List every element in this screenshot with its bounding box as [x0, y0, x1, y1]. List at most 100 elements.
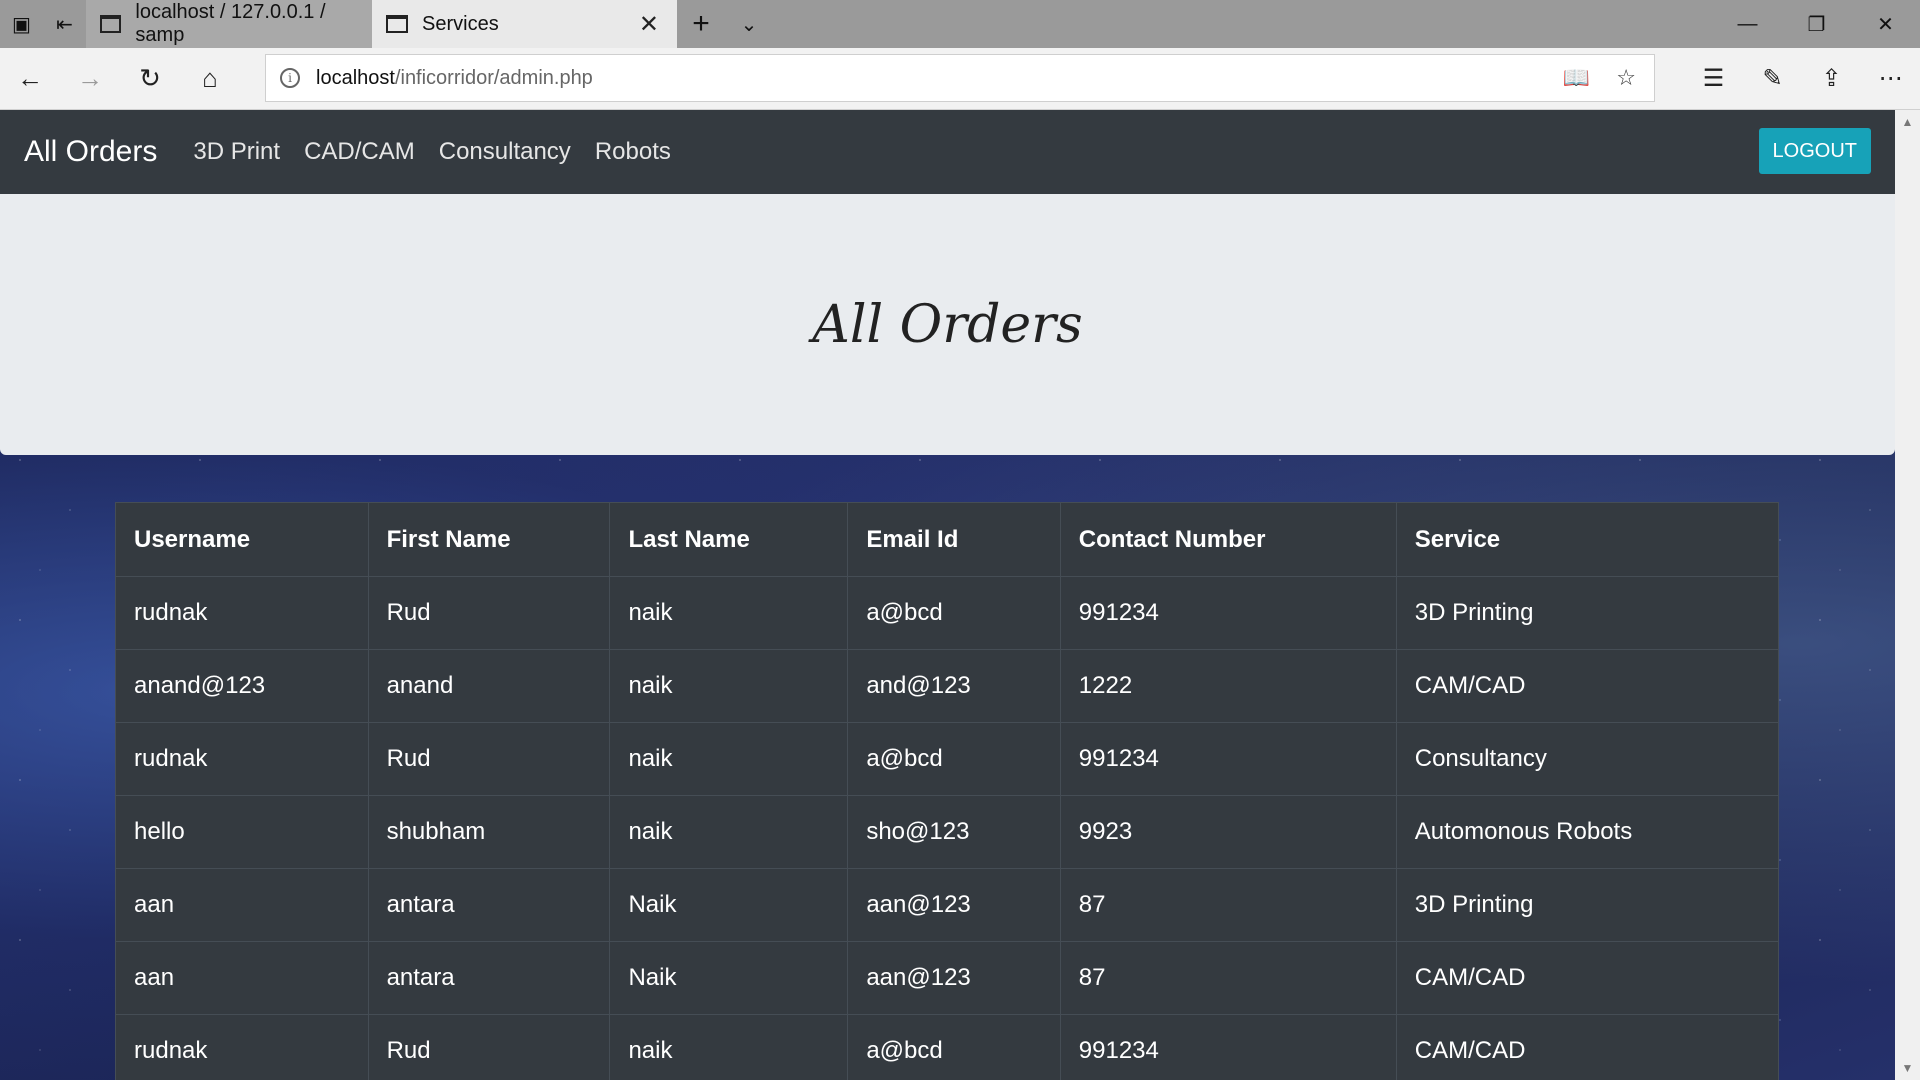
url-text: localhost/inficorridor/admin.php: [316, 66, 593, 89]
navbar-brand[interactable]: All Orders: [24, 135, 157, 169]
table-cell: 9923: [1059, 795, 1397, 869]
column-header: Email Id: [847, 502, 1061, 577]
table-cell: 87: [1059, 868, 1397, 942]
scroll-up-icon[interactable]: ▲: [1895, 110, 1920, 134]
favorite-star-icon[interactable]: ☆: [1616, 65, 1636, 91]
table-cell: and@123: [847, 649, 1061, 723]
home-icon[interactable]: ⌂: [180, 48, 240, 110]
table-cell: antara: [367, 941, 611, 1015]
back-icon[interactable]: ←: [0, 48, 60, 110]
table-cell: naik: [609, 649, 849, 723]
tab-title: Services: [422, 12, 499, 35]
share-icon[interactable]: ⇪: [1802, 48, 1861, 110]
table-cell: shubham: [367, 795, 611, 869]
column-header: First Name: [367, 502, 611, 577]
browser-toolbar: ← → ↻ ⌂ i localhost/inficorridor/admin.p…: [0, 48, 1920, 110]
table-cell: naik: [609, 1014, 849, 1080]
table-cell: hello: [115, 795, 369, 869]
table-cell: antara: [367, 868, 611, 942]
table-cell: rudnak: [115, 722, 369, 796]
vertical-scrollbar[interactable]: ▲ ▼: [1895, 110, 1920, 1080]
more-icon[interactable]: ⋯: [1861, 48, 1920, 110]
nav-link-cad-cam[interactable]: CAD/CAM: [304, 138, 415, 166]
table-row: hello shubham naik sho@123 9923 Automono…: [115, 795, 1780, 869]
chevron-down-icon[interactable]: ⌄: [725, 0, 773, 48]
column-header: Username: [115, 502, 369, 577]
table-row: rudnak Rud naik a@bcd 991234 Consultancy: [115, 722, 1780, 796]
orders-table: Username First Name Last Name Email Id C…: [115, 502, 1780, 1080]
jumbotron: All Orders: [0, 194, 1895, 455]
tab-actions-icon[interactable]: ▣: [0, 0, 43, 48]
table-row: rudnak Rud naik a@bcd 991234 CAM/CAD: [115, 1014, 1780, 1080]
table-cell: 1222: [1059, 649, 1397, 723]
address-bar[interactable]: i localhost/inficorridor/admin.php 📖 ☆: [265, 54, 1655, 102]
nav-link-3d-print[interactable]: 3D Print: [193, 138, 280, 166]
table-cell: 991234: [1059, 576, 1397, 650]
nav-link-robots[interactable]: Robots: [595, 138, 671, 166]
table-cell: sho@123: [847, 795, 1061, 869]
minimize-icon[interactable]: —: [1713, 0, 1782, 48]
table-cell: 3D Printing: [1395, 576, 1780, 650]
table-cell: naik: [609, 722, 849, 796]
table-row: aan antara Naik aan@123 87 CAM/CAD: [115, 941, 1780, 1015]
close-tab-icon[interactable]: ✕: [639, 10, 659, 39]
table-cell: Automonous Robots: [1395, 795, 1780, 869]
table-cell: naik: [609, 795, 849, 869]
column-header: Service: [1395, 502, 1780, 577]
column-header: Contact Number: [1059, 502, 1397, 577]
page-icon: [386, 15, 408, 33]
refresh-icon[interactable]: ↻: [120, 48, 180, 110]
table-cell: a@bcd: [847, 722, 1061, 796]
site-info-icon[interactable]: i: [280, 68, 300, 88]
table-cell: 3D Printing: [1395, 868, 1780, 942]
table-cell: rudnak: [115, 576, 369, 650]
table-cell: 991234: [1059, 722, 1397, 796]
browser-tab-services[interactable]: Services ✕: [372, 0, 677, 48]
table-cell: 991234: [1059, 1014, 1397, 1080]
table-cell: Rud: [367, 1014, 611, 1080]
pen-icon[interactable]: ✎: [1743, 48, 1802, 110]
table-cell: 87: [1059, 941, 1397, 1015]
forward-icon[interactable]: →: [60, 48, 120, 110]
column-header: Last Name: [609, 502, 849, 577]
table-cell: anand: [367, 649, 611, 723]
logout-button[interactable]: LOGOUT: [1758, 128, 1871, 174]
table-cell: aan@123: [847, 941, 1061, 1015]
tab-title: localhost / 127.0.0.1 / samp: [135, 1, 326, 46]
scrollbar-thumb[interactable]: [1901, 138, 1914, 1048]
close-window-icon[interactable]: ✕: [1851, 0, 1920, 48]
new-tab-icon[interactable]: +: [677, 0, 725, 48]
table-row: anand@123 anand naik and@123 1222 CAM/CA…: [115, 649, 1780, 723]
restore-icon[interactable]: ❐: [1782, 0, 1851, 48]
table-cell: aan: [115, 868, 369, 942]
table-cell: a@bcd: [847, 1014, 1061, 1080]
scroll-down-icon[interactable]: ▼: [1895, 1056, 1920, 1080]
page-viewport: All Orders 3D Print CAD/CAM Consultancy …: [0, 110, 1895, 1080]
table-row: rudnak Rud naik a@bcd 991234 3D Printing: [115, 576, 1780, 650]
nav-link-consultancy[interactable]: Consultancy: [439, 138, 571, 166]
table-cell: naik: [609, 576, 849, 650]
set-tabs-aside-icon[interactable]: ⇤: [43, 0, 86, 48]
table-cell: aan: [115, 941, 369, 1015]
table-cell: CAM/CAD: [1395, 941, 1780, 1015]
table-cell: rudnak: [115, 1014, 369, 1080]
table-cell: aan@123: [847, 868, 1061, 942]
browser-tab-bar: ▣ ⇤ localhost / 127.0.0.1 / samp Service…: [0, 0, 1920, 48]
table-cell: Naik: [609, 868, 849, 942]
table-cell: CAM/CAD: [1395, 649, 1780, 723]
table-cell: CAM/CAD: [1395, 1014, 1780, 1080]
table-cell: anand@123: [115, 649, 369, 723]
table-header-row: Username First Name Last Name Email Id C…: [115, 502, 1780, 577]
table-cell: Rud: [367, 722, 611, 796]
site-navbar: All Orders 3D Print CAD/CAM Consultancy …: [0, 110, 1895, 194]
browser-tab-phpmyadmin[interactable]: localhost / 127.0.0.1 / samp: [86, 0, 372, 48]
page-title: All Orders: [812, 294, 1083, 355]
favorites-icon[interactable]: ☰: [1684, 48, 1743, 110]
table-cell: a@bcd: [847, 576, 1061, 650]
table-row: aan antara Naik aan@123 87 3D Printing: [115, 868, 1780, 942]
table-cell: Consultancy: [1395, 722, 1780, 796]
reading-view-icon[interactable]: 📖: [1563, 65, 1590, 91]
page-icon: [100, 15, 122, 33]
table-cell: Naik: [609, 941, 849, 1015]
table-cell: Rud: [367, 576, 611, 650]
